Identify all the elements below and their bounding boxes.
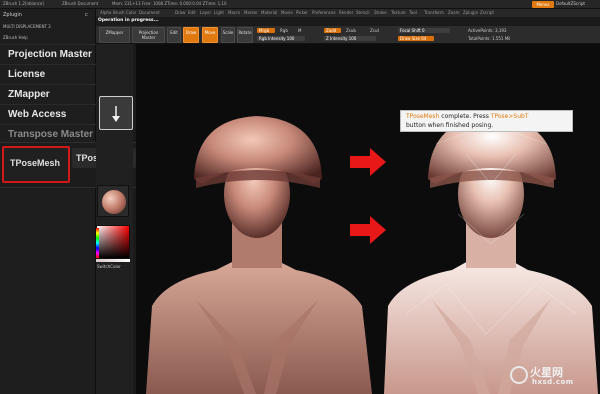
zsub-toggle[interactable]: Zsub <box>346 28 356 33</box>
pin-icon[interactable]: c <box>85 12 88 18</box>
menu-brush[interactable]: Brush <box>113 10 125 15</box>
document-title: ZBrush Document <box>62 1 99 6</box>
edit-button[interactable]: Edit <box>167 27 181 43</box>
menu-movie[interactable]: Movie <box>281 10 293 15</box>
menu-zplugin[interactable]: Zplugin <box>463 10 478 15</box>
logo-ring-icon <box>510 366 528 384</box>
tpose-mesh-button[interactable]: TPoseMesh <box>2 146 70 183</box>
menu-zoom[interactable]: Zoom <box>448 10 460 15</box>
tpose-mesh-label: TPoseMesh <box>10 158 61 168</box>
arrow-down-icon <box>112 106 120 122</box>
color-swatch-bar[interactable] <box>96 259 130 262</box>
material-swatch[interactable] <box>97 185 129 217</box>
menu-texture[interactable]: Texture <box>391 10 406 15</box>
canvas-viewport[interactable] <box>136 44 600 394</box>
projection-master-button[interactable]: Projection Master <box>132 27 165 43</box>
menu-transform[interactable]: Transform <box>424 10 444 15</box>
menu-zscript[interactable]: Zscript <box>480 10 494 15</box>
plugin-license[interactable]: License <box>0 64 96 84</box>
move-button[interactable]: Move <box>202 27 218 43</box>
total-points-readout: TotalPoints: 1.551 Mil <box>468 36 511 41</box>
menu-stroke[interactable]: Stroke <box>374 10 387 15</box>
switch-color-label[interactable]: SwitchColor <box>97 264 121 269</box>
active-points-readout: ActivePoints: 3,193 <box>468 28 507 33</box>
draw-size-slider[interactable]: Draw Size 64 <box>398 36 434 41</box>
menu-marker[interactable]: Marker <box>244 10 258 15</box>
scale-button[interactable]: Scale <box>221 27 235 43</box>
m-toggle[interactable]: M <box>298 28 301 33</box>
panel-header[interactable]: Zplugin <box>3 12 22 18</box>
menus-button[interactable]: Menus <box>532 1 554 8</box>
material-sphere-icon <box>102 190 126 214</box>
plugin-projection-master[interactable]: Projection Master <box>0 44 96 64</box>
zadd-toggle[interactable]: Zadd <box>324 28 341 33</box>
menu-alpha[interactable]: Alpha <box>100 10 111 15</box>
plugin-web-access[interactable]: Web Access <box>0 104 96 124</box>
script-label[interactable]: DefaultZScript <box>556 1 585 6</box>
color-picker[interactable] <box>96 225 130 259</box>
menu-material[interactable]: Material <box>261 10 277 15</box>
focal-shift-slider[interactable]: Focal Shift 0 <box>398 28 450 33</box>
down-arrow-button[interactable] <box>99 96 133 130</box>
menu-picker[interactable]: Picker <box>296 10 308 15</box>
menu-document[interactable]: Document <box>139 10 160 15</box>
menu-tool[interactable]: Tool <box>409 10 417 15</box>
menu-draw[interactable]: Draw <box>175 10 185 15</box>
menu-stencil[interactable]: Stencil <box>356 10 370 15</box>
mrgb-toggle[interactable]: Mrgb <box>257 28 275 33</box>
zmapper-button[interactable]: ZMapper <box>99 27 130 43</box>
status-tooltip: TPoseMesh complete. Press TPose>SubT but… <box>400 110 573 132</box>
zcut-toggle[interactable]: Zcut <box>370 28 379 33</box>
menu-preferences[interactable]: Preferences <box>312 10 336 15</box>
draw-button[interactable]: Draw <box>183 27 199 43</box>
arrow-right-icon <box>350 216 386 244</box>
menu-edit[interactable]: Edit <box>188 10 196 15</box>
rgb-toggle[interactable]: Rgb <box>280 28 288 33</box>
zplugin-panel: Zplugin c MULTI DISPLACEMENT 3 ZBrush He… <box>0 9 96 394</box>
plugin-transpose-master[interactable]: Transpose Master <box>0 124 96 144</box>
hue-strip[interactable] <box>96 228 99 258</box>
menu-strip: Alpha Brush Color Document Draw Edit Lay… <box>96 9 600 17</box>
plugin-zmapper[interactable]: ZMapper <box>0 84 96 104</box>
viewport-render <box>146 116 598 394</box>
z-intensity-slider[interactable]: Z Intensity 100 <box>324 36 376 41</box>
multi-displacement-label[interactable]: MULTI DISPLACEMENT 3 <box>3 24 51 29</box>
zbrush-help-label[interactable]: ZBrush Help <box>3 35 28 40</box>
progress-message: Operation in progress... <box>96 17 159 26</box>
menu-layer[interactable]: Layer <box>200 10 211 15</box>
app-title: ZBrush 1.2[nblance] <box>3 1 44 6</box>
menu-render[interactable]: Render <box>339 10 353 15</box>
menu-light[interactable]: Light <box>214 10 224 15</box>
title-bar: ZBrush 1.2[nblance] ZBrush Document Mem:… <box>0 0 600 9</box>
right-bust <box>384 116 598 394</box>
menu-color[interactable]: Color <box>126 10 136 15</box>
menu-macro[interactable]: Macro <box>228 10 240 15</box>
arrow-right-icon <box>350 148 386 176</box>
rotate-button[interactable]: Rotate <box>237 27 253 43</box>
memory-status: Mem: 231+13 Free: 1008 ZTime: 0.000:0.04… <box>112 1 227 6</box>
rgb-intensity-slider[interactable]: Rgb Intensity 100 <box>257 36 305 41</box>
watermark-logo: 火星网 hxsd.com <box>510 364 594 390</box>
left-bust <box>146 116 372 394</box>
